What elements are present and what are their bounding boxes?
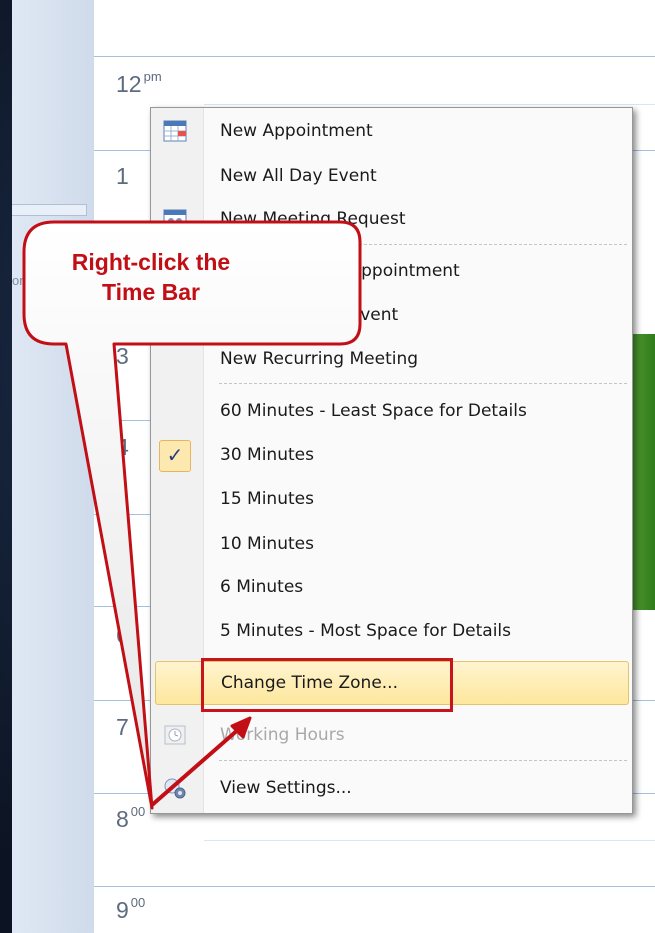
menu-item-view-settings[interactable]: View Settings... [151,770,632,806]
nav-pane-slot[interactable] [12,204,87,216]
menu-item-label: New Recurring Event [220,305,399,325]
navigation-pane: or [12,0,94,933]
menu-item-new-appointment[interactable]: New Appointment [151,113,632,149]
working-hours-clock-icon [162,723,188,747]
menu-item-label: New Appointment [220,121,373,141]
menu-item-label: 5 Minutes - Most Space for Details [220,621,512,641]
grid-line [204,56,655,57]
menu-item-label: 15 Minutes [220,489,314,509]
hour-label-8: 8 00 [116,804,146,832]
menu-item-working-hours[interactable]: Working Hours [151,717,632,753]
menu-item-10-minutes[interactable]: 10 Minutes [151,526,632,562]
menu-item-5-minutes[interactable]: 5 Minutes - Most Space for Details [151,613,632,649]
hour-label-12: 12 pm [116,69,162,97]
menu-item-label: New Recurring Meeting [220,349,419,369]
grid-line [204,886,655,887]
menu-item-label: 30 Minutes [220,445,314,465]
menu-item-30-minutes[interactable]: ✓ 30 Minutes [151,437,632,473]
hour-label-6: 6 [116,622,129,648]
grid-line [204,104,655,105]
appointment-calendar-icon [162,119,188,143]
menu-item-15-minutes[interactable]: 15 Minutes [151,481,632,517]
menu-item-label: New All Day Event [220,166,377,186]
menu-item-label: 6 Minutes [220,577,304,597]
menu-item-60-minutes[interactable]: 60 Minutes - Least Space for Details [151,393,632,429]
menu-separator [219,244,627,245]
menu-item-label: View Settings... [220,778,352,798]
nav-pane-text: or [12,273,24,288]
callout-text: Right-click the Time Bar [36,247,266,307]
grid-line [204,840,655,841]
appointment-block[interactable] [631,334,655,610]
time-bar-line [94,886,204,887]
menu-item-new-recurring-meeting[interactable]: New Recurring Meeting [151,341,632,377]
hour-label-5: 5 [116,530,129,556]
menu-separator [219,383,627,384]
callout-line-1: Right-click the [71,249,231,275]
menu-item-label: Working Hours [220,725,345,745]
menu-separator [219,760,627,761]
menu-item-new-meeting-request[interactable]: New Meeting Request [151,201,632,237]
time-bar-line [94,56,204,57]
hour-label-3: 3 [116,343,129,369]
hour-label-4: 4 [116,434,129,460]
menu-item-6-minutes[interactable]: 6 Minutes [151,569,632,605]
menu-item-new-all-day-event[interactable]: New All Day Event [151,158,632,194]
menu-item-label: New Meeting Request [220,209,406,229]
hour-label-1: 1 [116,163,129,189]
highlight-box [201,658,453,712]
hour-label-9: 9 00 [116,895,146,923]
hour-label-7: 7 [116,714,129,740]
checkmark-icon: ✓ [159,440,191,472]
callout-line-2: Time Bar [101,279,200,305]
view-settings-gear-icon [162,776,188,800]
menu-item-label: 60 Minutes - Least Space for Details [220,401,527,421]
menu-item-label: 10 Minutes [220,534,314,554]
meeting-request-icon [162,207,188,231]
